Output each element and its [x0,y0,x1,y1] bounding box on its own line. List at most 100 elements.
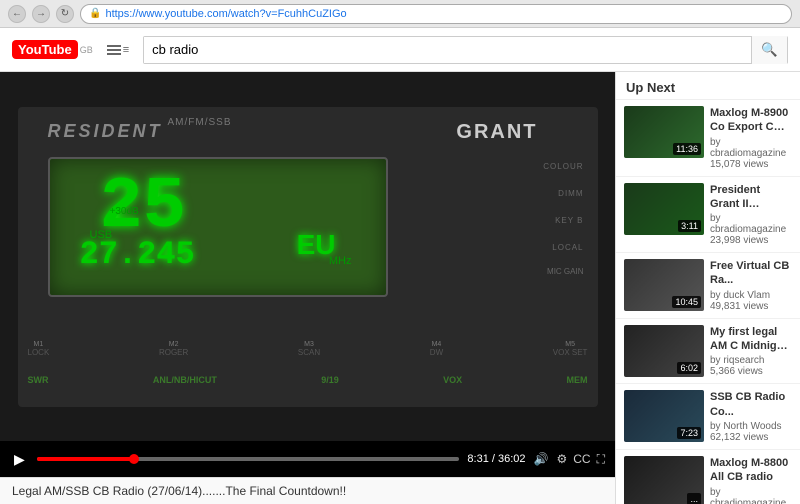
sidebar-item-info: Maxlog M-8900 Co Export CB Radio by cbra… [710,106,792,170]
video-duration: ... [687,493,701,504]
youtube-logo[interactable]: YouTube GB [12,40,93,59]
sidebar-item-channel: by riqsearch [710,355,792,366]
sidebar-item-channel: by cbradiomagazine [710,213,792,235]
thumb-container: 10:45 [624,259,704,311]
main-content: RESIDENT AM/FM/SSB GRANT 25 EU USB +30dB… [0,72,800,504]
radio-model-label: GRANT [456,121,537,144]
btn-m4-dw: M4DW [430,341,443,357]
side-labels: COLOUR DIMM KEY B LOCAL [543,162,583,252]
youtube-logo-icon: YouTube [12,40,78,59]
swr-label: SWR [28,375,49,385]
hamburger-button[interactable]: ≡ [103,40,133,60]
video-duration: 6:02 [677,362,701,374]
sidebar-item-title: Maxlog M-8900 Co Export CB Radio [710,106,792,135]
sidebar-item[interactable]: 10:45 Free Virtual CB Ra... by duck Vlam… [616,253,800,319]
progress-fill [37,457,134,461]
radio-device: RESIDENT AM/FM/SSB GRANT 25 EU USB +30dB… [18,107,598,407]
region-label: GB [80,45,93,55]
display-screen: 25 EU USB +30dB 27.245 MHz [48,157,388,297]
video-title-text: Legal AM/SSB CB Radio (27/06/14).......T… [12,484,346,498]
search-input[interactable] [144,37,751,63]
sidebar-item-views: 23,998 views [710,235,792,246]
video-duration: 10:45 [672,296,701,308]
btn-m5-vox: M5VOX SET [553,341,588,357]
sidebar-item-info: Maxlog M-8800 All CB radio by cbradiomag… [710,456,792,504]
video-duration: 11:36 [673,143,701,155]
video-controls: ▶ 8:31 / 36:02 🔊 ⚙ CC ⛶ [0,441,615,477]
sidebar-item-channel: by duck Vlam [710,290,792,301]
address-bar[interactable]: 🔒 https://www.youtube.com/watch?v=FcuhhC… [80,4,792,24]
sidebar-item-views: 62,132 views [710,432,792,443]
keyb-label: KEY B [543,216,583,225]
sidebar-item-title: Maxlog M-8800 All CB radio [710,456,792,485]
sidebar-item[interactable]: 3:11 President Grant II Modification by … [616,177,800,254]
sidebar-item-channel: by cbradiomagazine [710,487,792,504]
btn-m1-lock: M1LOCK [28,341,50,357]
hamburger-icon [107,45,121,55]
sidebar-item-title: President Grant II Modification [710,183,792,212]
local-label: LOCAL [543,243,583,252]
settings-icon[interactable]: ⚙ [556,452,567,466]
vox-label: VOX [443,375,462,385]
thumb-container: 11:36 [624,106,704,158]
sidebar-item-views: 49,831 views [710,301,792,312]
thumb-container: 7:23 [624,390,704,442]
sidebar-item-views: 15,078 views [710,159,792,170]
fullscreen-icon[interactable]: ⛶ [597,452,605,467]
video-duration: 7:23 [677,427,701,439]
sidebar-item[interactable]: ... Maxlog M-8800 All CB radio by cbradi… [616,450,800,504]
lower-labels-row: SWR ANL/NB/HICUT 9/19 VOX MEM [28,375,588,385]
anl-label: ANL/NB/HICUT [153,375,217,385]
youtube-header: YouTube GB ≡ 🔍 [0,28,800,72]
sidebar-item-info: My first legal AM C Midnight 27 June 2 b… [710,325,792,378]
radio-brand-label: RESIDENT [48,121,163,142]
progress-bar[interactable] [37,457,460,461]
thumb-container: 6:02 [624,325,704,377]
sidebar-item-title: Free Virtual CB Ra... [710,259,792,288]
btn-m3-scan: M3SCAN [298,341,320,357]
search-bar: 🔍 [143,36,788,64]
sidebar-item-info: SSB CB Radio Co... by North Woods 62,132… [710,390,792,443]
function-buttons-row: M1LOCK M2ROGER M3SCAN M4DW M5VOX SET [28,341,588,357]
sidebar-item[interactable]: 7:23 SSB CB Radio Co... by North Woods 6… [616,384,800,450]
time-display: 8:31 / 36:02 [467,453,525,465]
sidebar-item[interactable]: 11:36 Maxlog M-8900 Co Export CB Radio b… [616,100,800,177]
frequency-display: 27.245 [80,236,195,273]
lock-icon: 🔒 [89,8,101,19]
radio-mode-label: AM/FM/SSB [168,117,232,128]
browser-chrome: ← → ↻ 🔒 https://www.youtube.com/watch?v=… [0,0,800,28]
progress-dot [129,454,139,464]
sidebar-item-title: My first legal AM C Midnight 27 June 2 [710,325,792,354]
colour-label: COLOUR [543,162,583,171]
btn-m2-roger: M2ROGER [159,341,188,357]
thumb-container: ... [624,456,704,504]
sidebar-item[interactable]: 6:02 My first legal AM C Midnight 27 Jun… [616,319,800,385]
mem-label: MEM [566,375,587,385]
up-next-header: Up Next [616,72,800,100]
video-description: Legal AM/SSB CB Radio (27/06/14).......T… [0,477,615,504]
mic-gain-label: MIC GAIN [547,267,583,276]
search-button[interactable]: 🔍 [751,36,787,64]
control-icons: ⚙ CC ⛶ [556,452,605,467]
mhz-label: MHz [329,255,352,267]
forward-button[interactable]: → [32,5,50,23]
sidebar-item-views: 5,366 views [710,366,792,377]
video-panel: RESIDENT AM/FM/SSB GRANT 25 EU USB +30dB… [0,72,615,504]
sidebar-items-container: 11:36 Maxlog M-8900 Co Export CB Radio b… [616,100,800,504]
dimm-label: DIMM [543,189,583,198]
back-button[interactable]: ← [8,5,26,23]
url-text: https://www.youtube.com/watch?v=FcuhhCuZ… [105,8,346,20]
video-frame: RESIDENT AM/FM/SSB GRANT 25 EU USB +30dB… [0,72,615,441]
refresh-button[interactable]: ↻ [56,5,74,23]
sidebar: Up Next 11:36 Maxlog M-8900 Co Export CB… [615,72,800,504]
subtitles-icon[interactable]: CC [573,452,590,466]
volume-icon[interactable]: 🔊 [534,452,549,466]
video-area: RESIDENT AM/FM/SSB GRANT 25 EU USB +30dB… [0,72,615,441]
sidebar-item-channel: by North Woods [710,421,792,432]
sidebar-item-channel: by cbradiomagazine [710,137,792,159]
sidebar-item-title: SSB CB Radio Co... [710,390,792,419]
play-button[interactable]: ▶ [10,449,29,470]
thumb-container: 3:11 [624,183,704,235]
sidebar-item-info: Free Virtual CB Ra... by duck Vlam 49,83… [710,259,792,312]
db-label: +30dB [110,206,139,217]
